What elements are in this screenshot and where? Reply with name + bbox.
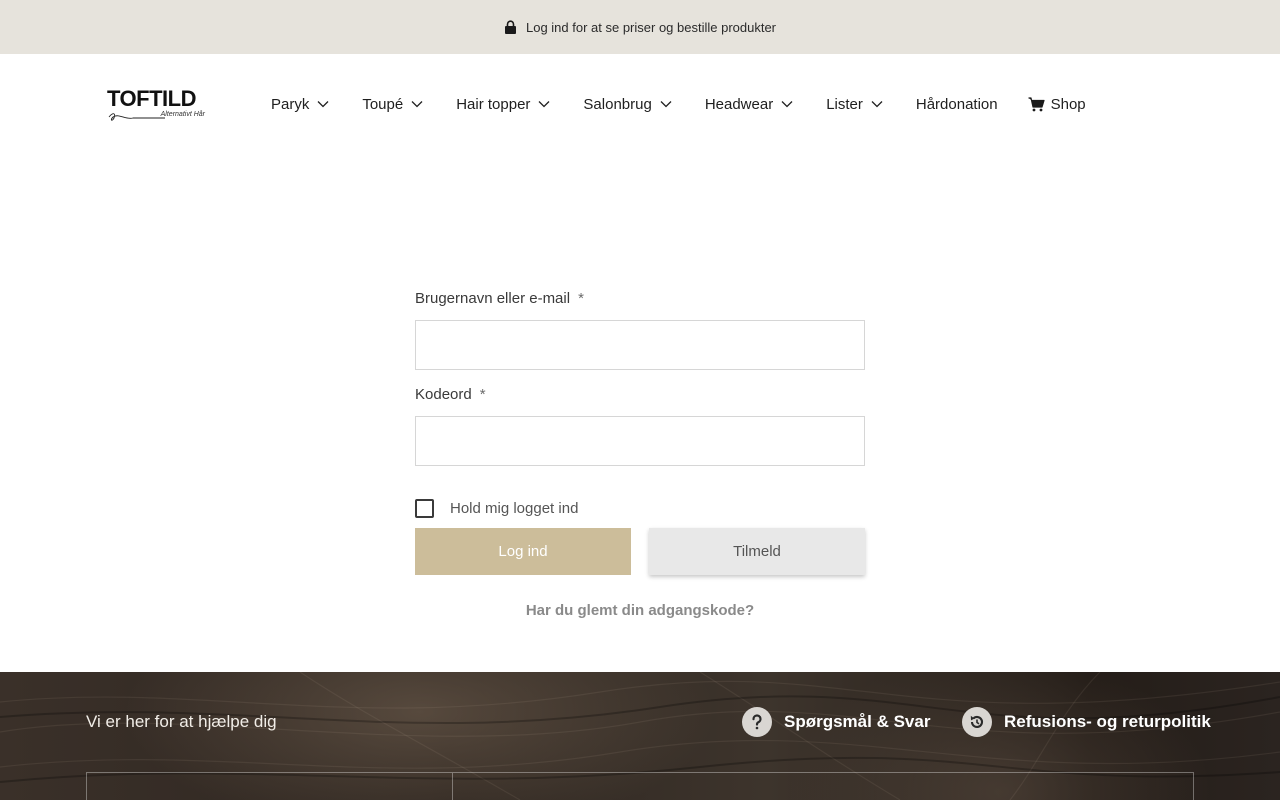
footer-divider bbox=[452, 773, 453, 800]
logo-wordmark: TOFTILD bbox=[107, 86, 196, 111]
nav-item-label: Headwear bbox=[704, 95, 774, 113]
nav-item-label: Toupé bbox=[362, 95, 404, 113]
chevron-down-icon bbox=[538, 101, 550, 108]
login-notice-text: Log ind for at se priser og bestille pro… bbox=[525, 19, 777, 35]
forgot-password-link[interactable]: Har du glemt din adgangskode? bbox=[415, 602, 865, 619]
cart-icon bbox=[1028, 96, 1045, 111]
nav-item-paryk[interactable]: Paryk bbox=[271, 96, 329, 113]
question-icon bbox=[742, 707, 772, 737]
chevron-down-icon bbox=[871, 101, 883, 108]
password-label: Kodeord * bbox=[415, 386, 865, 406]
required-marker: * bbox=[479, 386, 486, 403]
nav-item-hair-topper[interactable]: Hair topper bbox=[456, 96, 550, 113]
chevron-down-icon bbox=[781, 101, 793, 108]
faq-link[interactable]: Spørgsmål & Svar bbox=[742, 707, 930, 737]
nav-item-label: Salonbrug bbox=[583, 95, 652, 113]
chevron-down-icon bbox=[660, 101, 672, 108]
username-input[interactable] bbox=[415, 320, 865, 370]
username-label-text: Brugernavn eller e-mail bbox=[415, 290, 571, 307]
register-button[interactable]: Tilmeld bbox=[649, 528, 865, 575]
nav-item-label: Shop bbox=[1050, 95, 1086, 113]
site-header: TOFTILD Alternativt Hår Paryk Toupé Hair… bbox=[0, 54, 1280, 154]
logo-swoosh-icon bbox=[108, 113, 165, 121]
password-input[interactable] bbox=[415, 416, 865, 466]
login-button[interactable]: Log ind bbox=[415, 528, 631, 575]
nav-item-shop[interactable]: Shop bbox=[1028, 96, 1086, 113]
nav-item-salonbrug[interactable]: Salonbrug bbox=[583, 95, 672, 113]
footer-content-box bbox=[86, 772, 1194, 800]
password-label-text: Kodeord bbox=[415, 386, 472, 403]
login-form: Brugernavn eller e-mail * Kodeord * Hold… bbox=[415, 290, 865, 619]
login-notice-bar: Log ind for at se priser og bestille pro… bbox=[0, 0, 1280, 54]
remember-me-row: Hold mig logget ind bbox=[415, 498, 865, 518]
chevron-down-icon bbox=[317, 101, 329, 108]
nav-item-hardonation[interactable]: Hårdonation bbox=[916, 96, 998, 113]
refund-policy-link[interactable]: Refusions- og returpolitik bbox=[962, 707, 1211, 737]
nav-item-label: Hårdonation bbox=[915, 95, 998, 113]
faq-label: Spørgsmål & Svar bbox=[784, 712, 931, 731]
main-nav: Paryk Toupé Hair topper Salonbrug Headwe… bbox=[271, 92, 1086, 116]
form-buttons: Log ind Tilmeld bbox=[415, 528, 865, 575]
remember-me-checkbox[interactable] bbox=[415, 498, 434, 518]
required-marker: * bbox=[578, 290, 584, 307]
nav-item-label: Paryk bbox=[271, 95, 310, 113]
help-heading: Vi er her for at hjælpe dig bbox=[86, 712, 277, 731]
nav-item-label: Hair topper bbox=[456, 95, 531, 113]
nav-item-headwear[interactable]: Headwear bbox=[705, 96, 793, 113]
logo-tagline: Alternativt Hår bbox=[160, 111, 205, 118]
toftild-logo[interactable]: TOFTILD Alternativt Hår bbox=[107, 88, 207, 122]
nav-item-lister[interactable]: Lister bbox=[826, 96, 883, 113]
nav-item-toupe[interactable]: Toupé bbox=[362, 96, 423, 113]
site-footer: Vi er her for at hjælpe dig Spørgsmål & … bbox=[0, 672, 1280, 800]
refresh-icon bbox=[962, 707, 992, 737]
remember-me-label[interactable]: Hold mig logget ind bbox=[450, 500, 578, 517]
chevron-down-icon bbox=[411, 101, 423, 108]
lock-icon bbox=[504, 20, 517, 34]
refund-policy-label: Refusions- og returpolitik bbox=[1004, 712, 1211, 731]
username-label: Brugernavn eller e-mail * bbox=[415, 290, 865, 310]
nav-item-label: Lister bbox=[826, 95, 863, 113]
